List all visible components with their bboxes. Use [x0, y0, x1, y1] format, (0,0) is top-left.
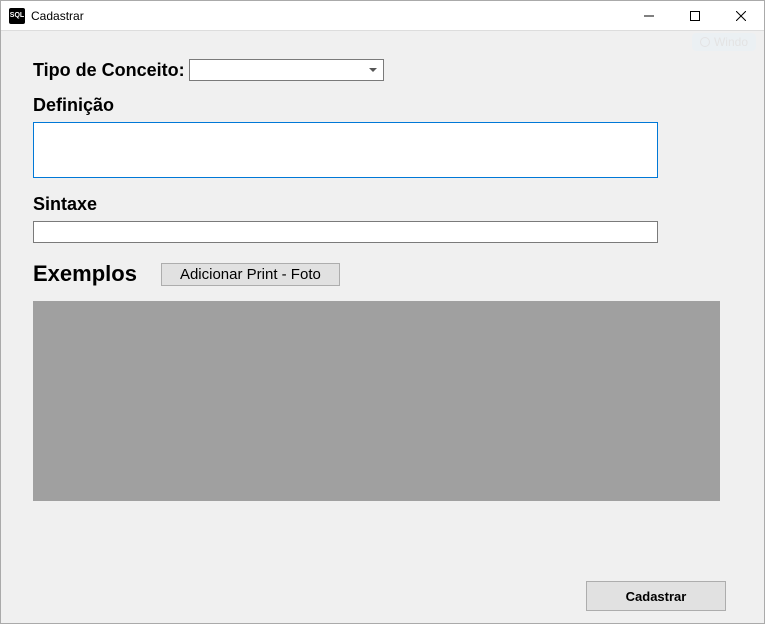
minimize-button[interactable]: [626, 1, 672, 30]
ghost-hint-icon: [700, 37, 710, 47]
exemplos-panel: [33, 301, 720, 501]
client-area: Windo Tipo de Conceito: Definição Sintax…: [1, 31, 764, 623]
window-controls: [626, 1, 764, 30]
tipo-row: Tipo de Conceito:: [33, 59, 732, 81]
ghost-hint-text: Windo: [714, 35, 748, 49]
definicao-input[interactable]: [33, 122, 658, 178]
exemplos-row: Exemplos Adicionar Print - Foto: [33, 261, 732, 287]
adicionar-print-button[interactable]: Adicionar Print - Foto: [161, 263, 340, 286]
sintaxe-label: Sintaxe: [33, 194, 732, 215]
window-title: Cadastrar: [31, 9, 84, 23]
maximize-button[interactable]: [672, 1, 718, 30]
app-window: SQL Cadastrar Windo Tipo de Conceito: De…: [0, 0, 765, 624]
cadastrar-button[interactable]: Cadastrar: [586, 581, 726, 611]
ghost-hint: Windo: [692, 33, 756, 51]
titlebar: SQL Cadastrar: [1, 1, 764, 31]
sintaxe-input[interactable]: [33, 221, 658, 243]
tipo-label: Tipo de Conceito:: [33, 60, 185, 81]
close-button[interactable]: [718, 1, 764, 30]
app-icon: SQL: [9, 8, 25, 24]
tipo-conceito-combobox[interactable]: [189, 59, 384, 81]
definicao-label: Definição: [33, 95, 732, 116]
exemplos-label: Exemplos: [33, 261, 137, 287]
